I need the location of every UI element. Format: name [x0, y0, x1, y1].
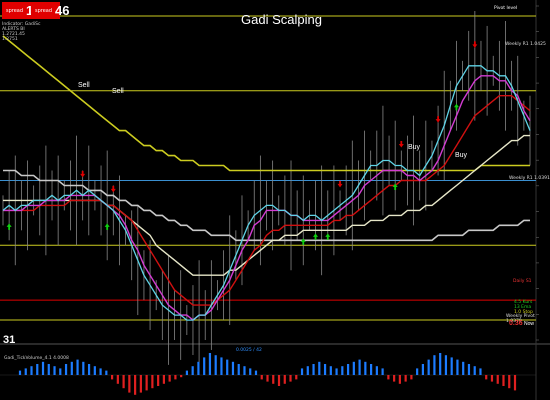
- buy-label-1: Buy: [408, 144, 421, 151]
- level-label-top: Pivot level: [494, 6, 518, 11]
- sell-arrow: [472, 41, 478, 48]
- spread-box-1: spread 15: [2, 2, 41, 19]
- buy-arrow: [104, 223, 110, 230]
- sell-arrow: [398, 141, 404, 148]
- buy-arrow: [300, 238, 306, 245]
- spread-label-1: spread: [6, 7, 24, 14]
- buy-arrow: [453, 103, 459, 111]
- buy-arrow: [325, 233, 331, 240]
- spread-value-2: 46: [55, 3, 70, 18]
- indicator-value: 0.0025 / 42: [236, 348, 262, 353]
- top-label-4: 1.2751: [2, 37, 18, 42]
- buy-arrow: [6, 223, 12, 230]
- chart-title: Gadi Scalping: [241, 12, 322, 27]
- indicator-label: Gadi_TickVolume_4.1 4.0008: [4, 356, 69, 361]
- buy-arrow: [313, 233, 319, 240]
- level-label-weekly: Weekly R1 1.0391: [509, 176, 550, 181]
- buy-label-2: Buy: [455, 152, 468, 159]
- level-label-upper: Weekly R1 1.0425: [505, 42, 546, 47]
- panel-line-3: 1.0 Stop: [514, 310, 533, 315]
- spread-label-2: spread: [35, 7, 53, 14]
- price-chart[interactable]: [0, 0, 550, 400]
- sell-label-1: Sell: [78, 82, 90, 89]
- sell-arrow: [110, 185, 116, 193]
- sell-arrow: [80, 170, 86, 178]
- corner-number: 31: [3, 334, 16, 346]
- level-label-red: Daily S1: [513, 279, 532, 284]
- panel-big-value: 0.36: [509, 320, 523, 327]
- sell-arrow: [337, 180, 343, 188]
- sell-label-2: Sell: [112, 88, 124, 95]
- panel-big-suffix: Now: [524, 321, 535, 327]
- spread-box-2: spread 46: [31, 2, 70, 19]
- sell-arrow: [435, 116, 441, 123]
